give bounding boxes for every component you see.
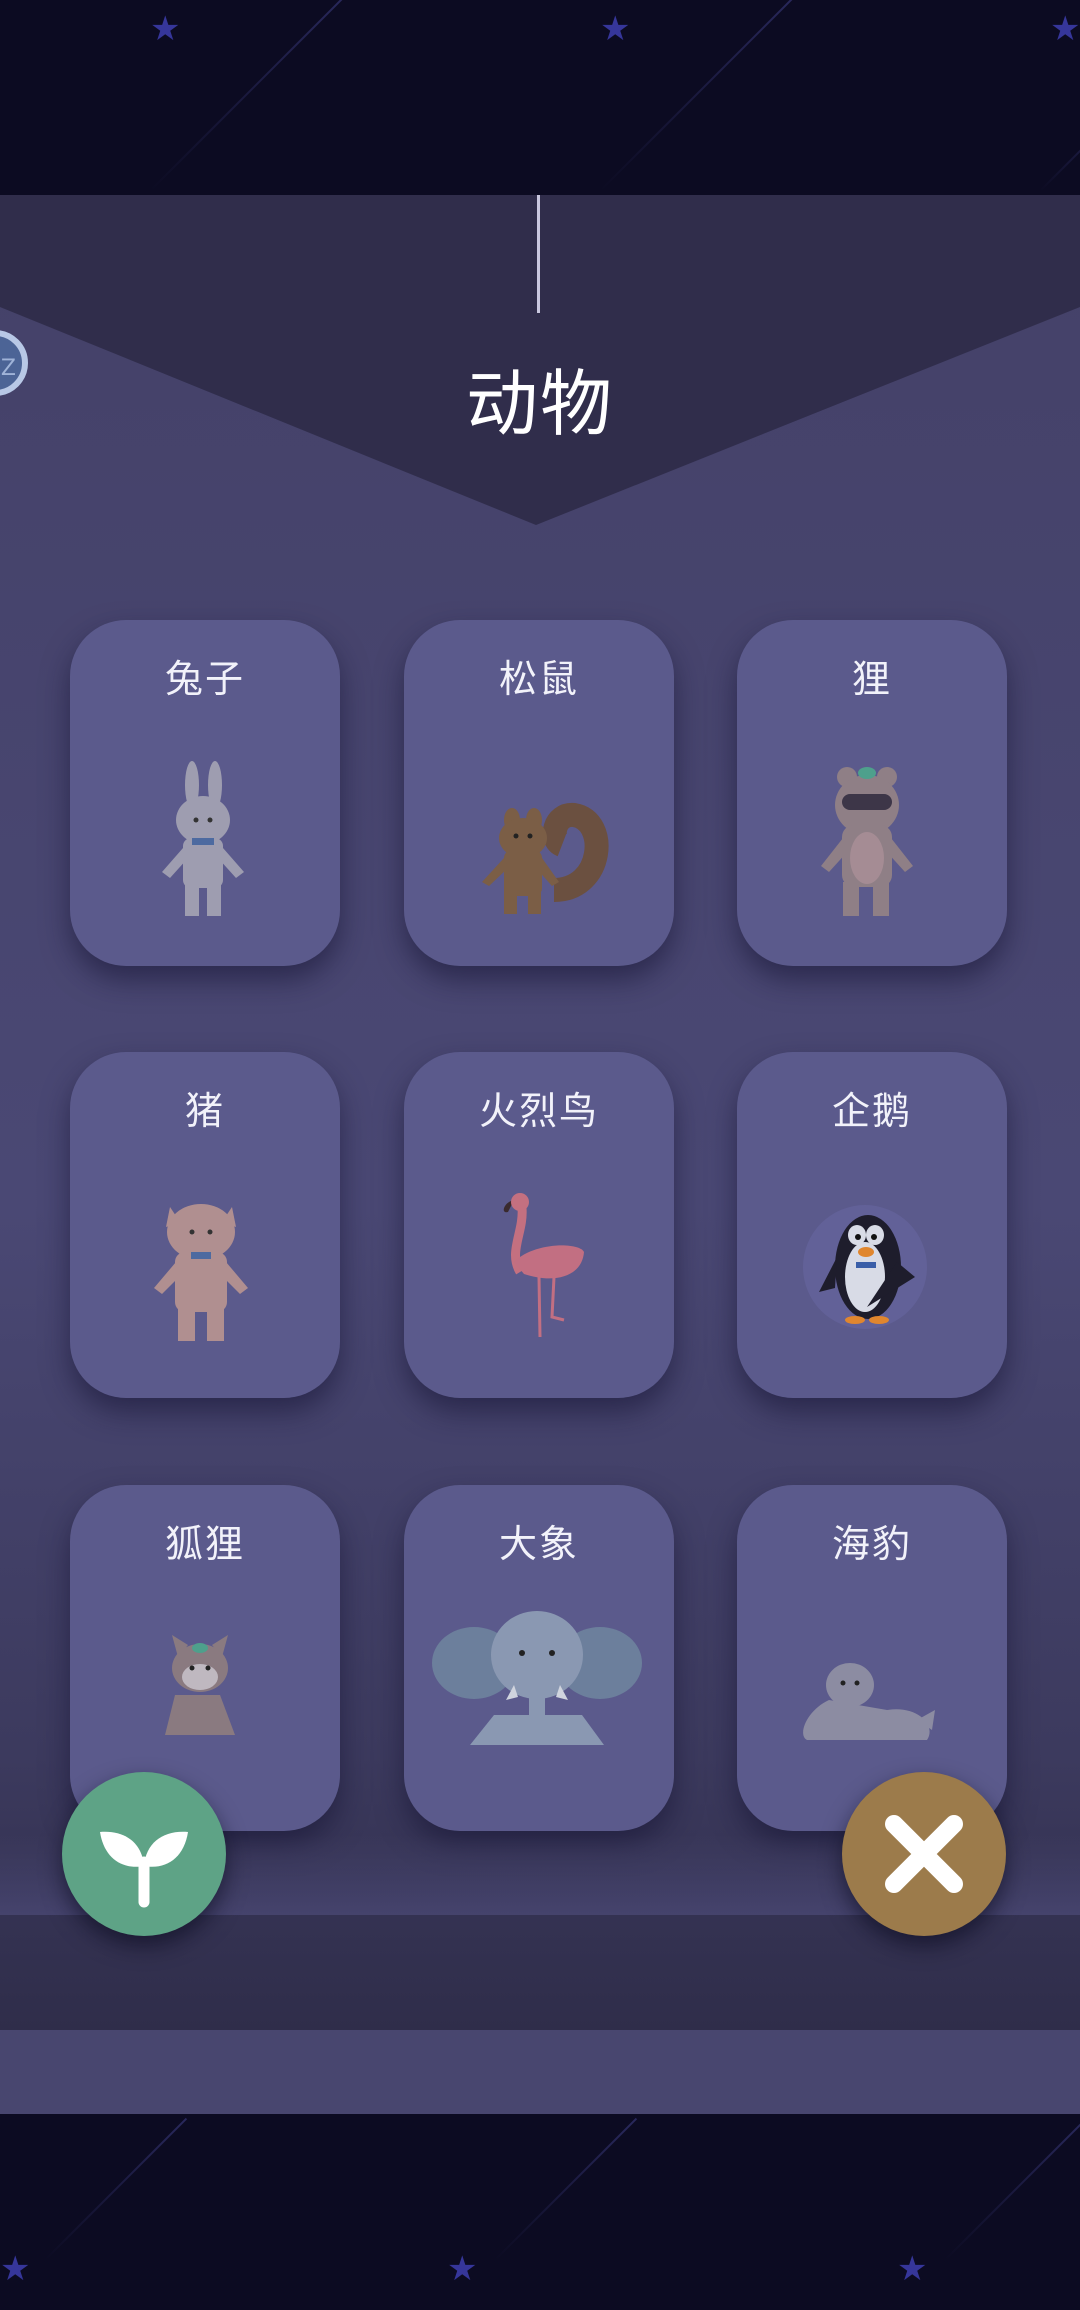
flamingo-icon	[503, 1193, 584, 1338]
squirrel-icon	[482, 803, 609, 914]
animal-card-squirrel[interactable]: 松鼠	[404, 620, 674, 966]
night-sky-bottom: ★ ★ ★	[0, 2114, 1080, 2310]
sprout-icon	[100, 1831, 188, 1908]
penguin-icon	[803, 1205, 927, 1329]
close-icon	[885, 1815, 963, 1893]
animal-grid: 兔子 松鼠 狸 猪 火烈鸟 企鹅 狐狸 大象 海豹	[0, 595, 1080, 1915]
animal-card-raccoon-dog[interactable]: 狸	[737, 620, 1007, 966]
pig-icon	[154, 1204, 248, 1341]
animal-picker-panel: 动物 ZZ 兔子 松鼠	[0, 195, 1080, 2030]
animal-card-pig[interactable]: 猪	[70, 1052, 340, 1398]
shooting-star	[494, 2117, 638, 2261]
close-button[interactable]	[842, 1772, 1006, 1936]
grow-button[interactable]	[62, 1772, 226, 1936]
shooting-star	[944, 2117, 1080, 2261]
star-icon: ★	[600, 9, 631, 49]
animal-card-elephant[interactable]: 大象	[404, 1485, 674, 1831]
star-icon: ★	[1050, 9, 1080, 49]
animal-card-rabbit[interactable]: 兔子	[70, 620, 340, 966]
banner-rope	[537, 195, 540, 313]
shooting-star	[44, 2117, 188, 2261]
star-icon: ★	[150, 9, 181, 49]
star-icon: ★	[447, 2249, 478, 2289]
page-title: 动物	[465, 362, 614, 446]
star-icon: ★	[897, 2249, 928, 2289]
elephant-icon	[432, 1611, 642, 1745]
rabbit-icon	[162, 761, 244, 916]
raccoon-dog-icon	[821, 767, 913, 916]
night-sky-top: ★ ★ ★	[0, 0, 1080, 195]
bottom-strip	[0, 2030, 1080, 2114]
animal-card-penguin[interactable]: 企鹅	[737, 1052, 1007, 1398]
star-icon: ★	[0, 2249, 31, 2289]
shooting-star	[1039, 105, 1080, 192]
animal-card-flamingo[interactable]: 火烈鸟	[404, 1052, 674, 1398]
